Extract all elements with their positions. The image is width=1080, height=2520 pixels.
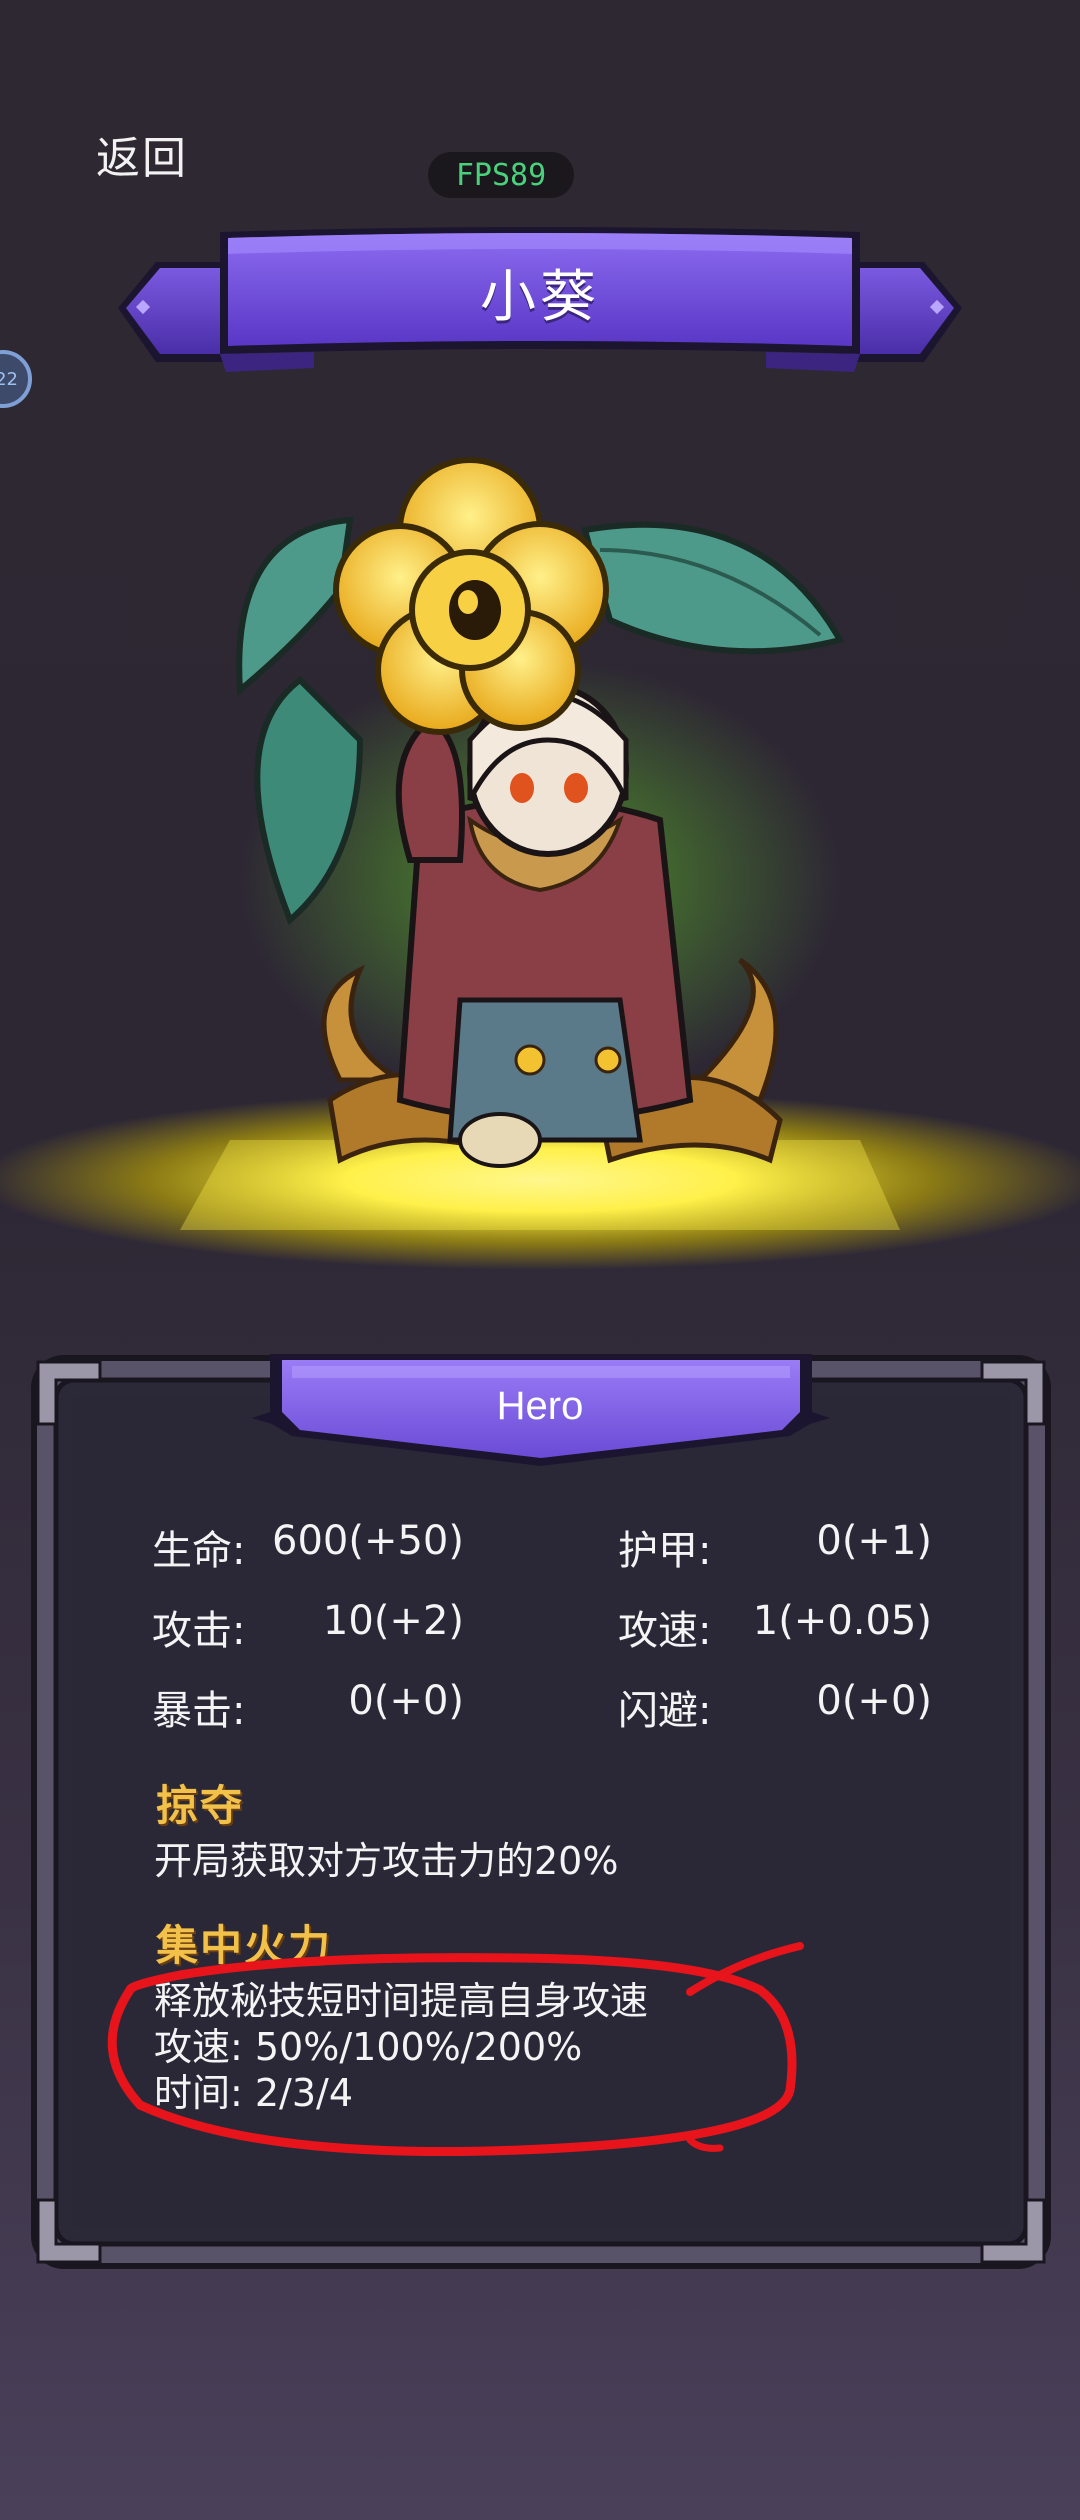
stat-value: 0(+0): [348, 1678, 464, 1724]
stat-label: 护甲:: [618, 1528, 712, 1574]
stat-dodge: 闪避: 0(+0): [618, 1678, 932, 1736]
stat-label: 生命:: [152, 1528, 246, 1574]
skill-description-line: 攻速: 50%/100%/200%: [154, 2025, 583, 2069]
fps-counter: FPS89: [428, 152, 574, 198]
back-button[interactable]: 返回: [96, 122, 188, 186]
skill-description-line: 时间: 2/3/4: [154, 2071, 354, 2115]
skill-description-line: 释放秘技短时间提高自身攻速: [154, 1979, 649, 2023]
stat-label: 攻击:: [152, 1608, 246, 1654]
stat-attack-speed: 攻速: 1(+0.05): [618, 1598, 932, 1656]
stat-label: 闪避:: [618, 1688, 712, 1734]
stat-value: 1(+0.05): [752, 1598, 932, 1644]
stat-armor: 护甲: 0(+1): [618, 1518, 932, 1576]
stat-label: 暴击:: [152, 1688, 246, 1734]
stat-value: 0(+1): [816, 1518, 932, 1564]
stat-hp: 生命: 600(+50): [152, 1518, 464, 1576]
skill-name: 集中火力: [156, 1921, 333, 1970]
stat-crit: 暴击: 0(+0): [152, 1678, 464, 1736]
skill-description-line: 开局获取对方攻击力的20%: [154, 1839, 619, 1883]
stat-label: 攻速:: [618, 1608, 712, 1654]
hero-portrait-image: [0, 457, 1080, 1270]
panel-title: Hero: [496, 1384, 584, 1428]
side-floating-badge[interactable]: 22: [0, 350, 32, 408]
hero-name-title: 小葵: [480, 265, 600, 330]
stat-value: 10(+2): [322, 1598, 464, 1644]
skill-name: 掠夺: [156, 1781, 245, 1830]
stat-value: 600(+50): [272, 1518, 464, 1564]
stat-attack: 攻击: 10(+2): [152, 1598, 464, 1656]
stat-value: 0(+0): [816, 1678, 932, 1724]
